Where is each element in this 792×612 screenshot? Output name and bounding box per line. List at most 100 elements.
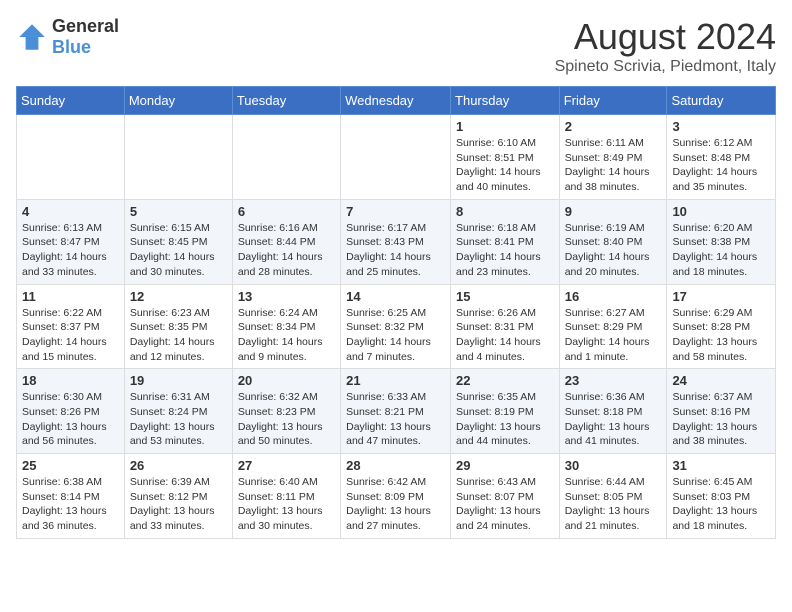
day-number: 27 <box>238 458 335 473</box>
day-number: 6 <box>238 204 335 219</box>
weekday-header: Tuesday <box>232 87 340 115</box>
day-number: 1 <box>456 119 554 134</box>
calendar-cell <box>232 115 340 200</box>
weekday-header: Sunday <box>17 87 125 115</box>
day-info: Sunrise: 6:18 AM Sunset: 8:41 PM Dayligh… <box>456 221 554 280</box>
day-info: Sunrise: 6:16 AM Sunset: 8:44 PM Dayligh… <box>238 221 335 280</box>
calendar-cell: 3Sunrise: 6:12 AM Sunset: 8:48 PM Daylig… <box>667 115 776 200</box>
day-number: 25 <box>22 458 119 473</box>
title-block: August 2024 Spineto Scrivia, Piedmont, I… <box>555 16 776 76</box>
day-number: 2 <box>565 119 662 134</box>
calendar-cell: 28 Sunrise: 6:42 AM Sunset: 8:09 PM Dayli… <box>341 454 451 539</box>
calendar-cell: 25 Sunrise: 6:38 AM Sunset: 8:14 PM Dayli… <box>17 454 125 539</box>
calendar-week-row: 4 Sunrise: 6:13 AM Sunset: 8:47 PM Daylig… <box>17 199 776 284</box>
day-number: 28 <box>346 458 445 473</box>
day-info: Sunrise: 6:22 AM Sunset: 8:37 PM Dayligh… <box>22 306 119 365</box>
day-number: 7 <box>346 204 445 219</box>
day-info: Sunrise: 6:27 AM Sunset: 8:29 PM Dayligh… <box>565 306 662 365</box>
calendar-cell: 23 Sunrise: 6:36 AM Sunset: 8:18 PM Dayli… <box>559 369 667 454</box>
day-info: Sunrise: 6:13 AM Sunset: 8:47 PM Dayligh… <box>22 221 119 280</box>
calendar-cell: 7 Sunrise: 6:17 AM Sunset: 8:43 PM Daylig… <box>341 199 451 284</box>
day-number: 26 <box>130 458 227 473</box>
day-number: 10 <box>672 204 770 219</box>
calendar-week-row: 25 Sunrise: 6:38 AM Sunset: 8:14 PM Dayli… <box>17 454 776 539</box>
day-number: 20 <box>238 373 335 388</box>
day-number: 8 <box>456 204 554 219</box>
calendar-cell: 10 Sunrise: 6:20 AM Sunset: 8:38 PM Dayli… <box>667 199 776 284</box>
day-info: Sunrise: 6:10 AM Sunset: 8:51 PM Dayligh… <box>456 136 554 195</box>
day-info: Sunrise: 6:37 AM Sunset: 8:16 PM Dayligh… <box>672 390 770 449</box>
logo-blue: Blue <box>52 37 91 57</box>
calendar-cell: 15 Sunrise: 6:26 AM Sunset: 8:31 PM Dayli… <box>451 284 560 369</box>
calendar-cell <box>124 115 232 200</box>
weekday-header: Friday <box>559 87 667 115</box>
calendar-week-row: 1 Sunrise: 6:10 AM Sunset: 8:51 PM Daylig… <box>17 115 776 200</box>
calendar-cell: 2Sunrise: 6:11 AM Sunset: 8:49 PM Daylig… <box>559 115 667 200</box>
main-title: August 2024 <box>555 16 776 58</box>
calendar-week-row: 18 Sunrise: 6:30 AM Sunset: 8:26 PM Dayli… <box>17 369 776 454</box>
day-info: Sunrise: 6:17 AM Sunset: 8:43 PM Dayligh… <box>346 221 445 280</box>
calendar-cell <box>341 115 451 200</box>
calendar: SundayMondayTuesdayWednesdayThursdayFrid… <box>16 86 776 539</box>
calendar-cell: 24 Sunrise: 6:37 AM Sunset: 8:16 PM Dayli… <box>667 369 776 454</box>
day-info: Sunrise: 6:38 AM Sunset: 8:14 PM Dayligh… <box>22 475 119 534</box>
day-info: Sunrise: 6:39 AM Sunset: 8:12 PM Dayligh… <box>130 475 227 534</box>
day-info: Sunrise: 6:35 AM Sunset: 8:19 PM Dayligh… <box>456 390 554 449</box>
calendar-cell: 4 Sunrise: 6:13 AM Sunset: 8:47 PM Daylig… <box>17 199 125 284</box>
calendar-cell: 18 Sunrise: 6:30 AM Sunset: 8:26 PM Dayli… <box>17 369 125 454</box>
calendar-cell: 14 Sunrise: 6:25 AM Sunset: 8:32 PM Dayli… <box>341 284 451 369</box>
calendar-cell: 27 Sunrise: 6:40 AM Sunset: 8:11 PM Dayli… <box>232 454 340 539</box>
calendar-cell: 11 Sunrise: 6:22 AM Sunset: 8:37 PM Dayli… <box>17 284 125 369</box>
logo: General Blue <box>16 16 119 58</box>
day-number: 29 <box>456 458 554 473</box>
day-info: Sunrise: 6:24 AM Sunset: 8:34 PM Dayligh… <box>238 306 335 365</box>
calendar-cell: 30Sunrise: 6:44 AM Sunset: 8:05 PM Dayli… <box>559 454 667 539</box>
logo-general: General <box>52 16 119 36</box>
calendar-cell: 22Sunrise: 6:35 AM Sunset: 8:19 PM Dayli… <box>451 369 560 454</box>
weekday-header: Thursday <box>451 87 560 115</box>
day-info: Sunrise: 6:42 AM Sunset: 8:09 PM Dayligh… <box>346 475 445 534</box>
calendar-cell: 1 Sunrise: 6:10 AM Sunset: 8:51 PM Daylig… <box>451 115 560 200</box>
day-number: 30 <box>565 458 662 473</box>
calendar-cell: 16 Sunrise: 6:27 AM Sunset: 8:29 PM Dayli… <box>559 284 667 369</box>
day-number: 4 <box>22 204 119 219</box>
day-number: 13 <box>238 289 335 304</box>
day-info: Sunrise: 6:20 AM Sunset: 8:38 PM Dayligh… <box>672 221 770 280</box>
weekday-header: Wednesday <box>341 87 451 115</box>
calendar-cell: 19Sunrise: 6:31 AM Sunset: 8:24 PM Dayli… <box>124 369 232 454</box>
calendar-cell: 5Sunrise: 6:15 AM Sunset: 8:45 PM Daylig… <box>124 199 232 284</box>
day-number: 16 <box>565 289 662 304</box>
day-info: Sunrise: 6:43 AM Sunset: 8:07 PM Dayligh… <box>456 475 554 534</box>
weekday-header-row: SundayMondayTuesdayWednesdayThursdayFrid… <box>17 87 776 115</box>
day-number: 12 <box>130 289 227 304</box>
day-number: 11 <box>22 289 119 304</box>
day-number: 18 <box>22 373 119 388</box>
day-info: Sunrise: 6:32 AM Sunset: 8:23 PM Dayligh… <box>238 390 335 449</box>
day-number: 31 <box>672 458 770 473</box>
day-info: Sunrise: 6:33 AM Sunset: 8:21 PM Dayligh… <box>346 390 445 449</box>
day-number: 23 <box>565 373 662 388</box>
calendar-cell: 20 Sunrise: 6:32 AM Sunset: 8:23 PM Dayli… <box>232 369 340 454</box>
day-info: Sunrise: 6:40 AM Sunset: 8:11 PM Dayligh… <box>238 475 335 534</box>
day-number: 24 <box>672 373 770 388</box>
day-info: Sunrise: 6:25 AM Sunset: 8:32 PM Dayligh… <box>346 306 445 365</box>
calendar-cell: 29 Sunrise: 6:43 AM Sunset: 8:07 PM Dayli… <box>451 454 560 539</box>
day-number: 14 <box>346 289 445 304</box>
day-info: Sunrise: 6:12 AM Sunset: 8:48 PM Dayligh… <box>672 136 770 195</box>
calendar-cell: 12Sunrise: 6:23 AM Sunset: 8:35 PM Dayli… <box>124 284 232 369</box>
calendar-cell: 8 Sunrise: 6:18 AM Sunset: 8:41 PM Daylig… <box>451 199 560 284</box>
day-info: Sunrise: 6:30 AM Sunset: 8:26 PM Dayligh… <box>22 390 119 449</box>
day-number: 9 <box>565 204 662 219</box>
day-info: Sunrise: 6:15 AM Sunset: 8:45 PM Dayligh… <box>130 221 227 280</box>
day-number: 21 <box>346 373 445 388</box>
day-info: Sunrise: 6:36 AM Sunset: 8:18 PM Dayligh… <box>565 390 662 449</box>
calendar-cell: 13 Sunrise: 6:24 AM Sunset: 8:34 PM Dayli… <box>232 284 340 369</box>
day-number: 19 <box>130 373 227 388</box>
day-number: 15 <box>456 289 554 304</box>
calendar-cell: 26 Sunrise: 6:39 AM Sunset: 8:12 PM Dayli… <box>124 454 232 539</box>
calendar-cell: 21 Sunrise: 6:33 AM Sunset: 8:21 PM Dayli… <box>341 369 451 454</box>
logo-icon <box>16 21 48 53</box>
day-info: Sunrise: 6:26 AM Sunset: 8:31 PM Dayligh… <box>456 306 554 365</box>
calendar-cell: 6 Sunrise: 6:16 AM Sunset: 8:44 PM Daylig… <box>232 199 340 284</box>
day-number: 17 <box>672 289 770 304</box>
